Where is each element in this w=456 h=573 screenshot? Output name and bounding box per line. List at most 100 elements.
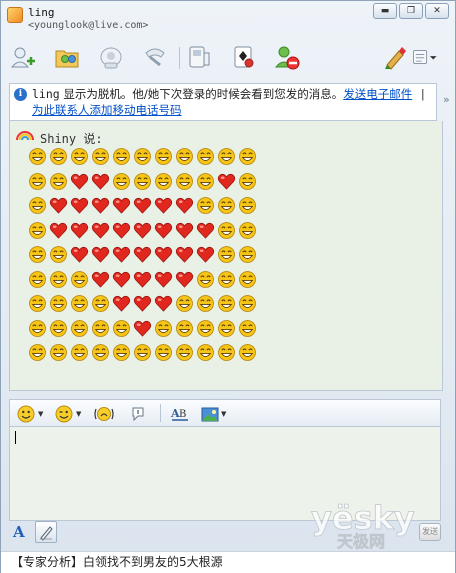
heart-icon [133, 295, 152, 312]
font-button[interactable]: A [13, 523, 25, 541]
background-icon[interactable] [200, 404, 220, 424]
notice-text: 显示为脱机。他/她下次登录的时候会看到您发的消息。 [59, 87, 344, 101]
smiley-icon [92, 148, 109, 165]
maximize-button[interactable]: ❐ [399, 3, 423, 19]
heart-icon [175, 222, 194, 239]
smiley-icon [239, 295, 256, 312]
conversation-history: Shiny 说: [9, 121, 443, 391]
smiley-icon [71, 319, 88, 337]
smiley-icon [71, 270, 88, 288]
news-caption[interactable]: 【专家分析】白领找不到男友的5大根源 [1, 551, 455, 573]
info-icon: i [14, 88, 27, 101]
smiley-icon [29, 197, 46, 214]
smiley-icon [197, 295, 214, 312]
smiley-icon [239, 344, 256, 361]
emoticon-icon[interactable] [16, 404, 36, 424]
smiley-icon [113, 148, 130, 165]
phone-call-icon[interactable] [141, 43, 169, 71]
toolbar-separator [179, 47, 180, 69]
font-icon[interactable]: A B [170, 404, 190, 424]
smiley-icon [176, 172, 193, 190]
smiley-icon [71, 295, 88, 312]
heart-icon [175, 271, 194, 288]
activities-icon[interactable] [185, 43, 213, 71]
smiley-icon [197, 319, 214, 337]
smiley-icon [50, 319, 67, 337]
rainbow-icon [16, 131, 34, 141]
voice-clip-icon[interactable] [128, 404, 148, 424]
smiley-icon [218, 344, 235, 361]
smiley-icon [71, 344, 88, 361]
smiley-icon [218, 246, 235, 263]
title-bar: ling <younglook@live.com> ▬ ❐ ✕ [1, 1, 455, 39]
send-button[interactable]: 发送 [419, 523, 441, 541]
background-dropdown-icon[interactable]: ▼ [221, 410, 226, 418]
block-contact-icon[interactable] [273, 43, 301, 71]
wink-icon[interactable] [54, 404, 74, 424]
toolbar [1, 39, 455, 77]
smiley-icon [92, 344, 109, 361]
contact-email: <younglook@live.com> [28, 20, 149, 31]
message-sender: Shiny 说: [40, 132, 103, 146]
heart-icon [70, 173, 89, 190]
smiley-icon [134, 172, 151, 190]
smiley-icon [113, 172, 130, 190]
contact-name: ling [28, 6, 55, 19]
heart-icon [133, 222, 152, 239]
notice-contact-name: ling [32, 87, 60, 101]
smiley-icon [197, 148, 214, 165]
smiley-icon [113, 344, 130, 361]
heart-icon [70, 222, 89, 239]
add-mobile-link[interactable]: 为此联系人添加移动电话号码 [32, 103, 182, 117]
smiley-icon [239, 270, 256, 288]
avatar[interactable] [7, 7, 23, 23]
smiley-icon [176, 148, 193, 165]
smiley-icon [176, 319, 193, 337]
menu-icon[interactable] [411, 43, 439, 71]
heart-icon [133, 271, 152, 288]
emoticon-dropdown-icon[interactable]: ▼ [38, 410, 43, 418]
text-cursor [15, 431, 16, 444]
smiley-icon [155, 344, 172, 361]
smiley-icon [239, 148, 256, 165]
handwriting-button[interactable] [35, 521, 57, 543]
heart-icon [154, 271, 173, 288]
smiley-icon [50, 270, 67, 288]
close-button[interactable]: ✕ [425, 3, 449, 19]
smiley-icon [92, 319, 109, 337]
heart-icon [112, 197, 131, 214]
heart-icon [175, 197, 194, 214]
video-call-icon[interactable] [97, 43, 125, 71]
heart-icon [217, 173, 236, 190]
smiley-icon [50, 148, 67, 165]
smiley-icon [176, 344, 193, 361]
smiley-icon [155, 319, 172, 337]
smiley-icon [218, 197, 235, 214]
heart-icon [70, 197, 89, 214]
smiley-icon [239, 221, 256, 239]
nudge-icon[interactable] [94, 404, 114, 424]
smiley-icon [239, 319, 256, 337]
minimize-button[interactable]: ▬ [373, 3, 397, 19]
heart-icon [49, 222, 68, 239]
customize-pen-icon[interactable] [381, 43, 409, 71]
smiley-icon [218, 221, 235, 239]
expand-arrow-icon[interactable]: » [443, 93, 450, 106]
share-files-icon[interactable] [53, 43, 81, 71]
games-icon[interactable] [229, 43, 257, 71]
heart-icon [154, 295, 173, 312]
heart-icon [154, 222, 173, 239]
window-controls: ▬ ❐ ✕ [373, 3, 449, 19]
pen-icon [40, 526, 53, 541]
heart-icon [91, 197, 110, 214]
smiley-icon [176, 295, 193, 312]
invite-contact-icon[interactable] [9, 43, 37, 71]
smiley-icon [134, 344, 151, 361]
heart-icon [49, 197, 68, 214]
wink-dropdown-icon[interactable]: ▼ [76, 410, 81, 418]
heart-icon [91, 173, 110, 190]
smiley-icon [239, 172, 256, 190]
heart-icon [133, 246, 152, 263]
send-email-link[interactable]: 发送电子邮件 [343, 87, 412, 101]
smiley-icon [50, 246, 67, 263]
